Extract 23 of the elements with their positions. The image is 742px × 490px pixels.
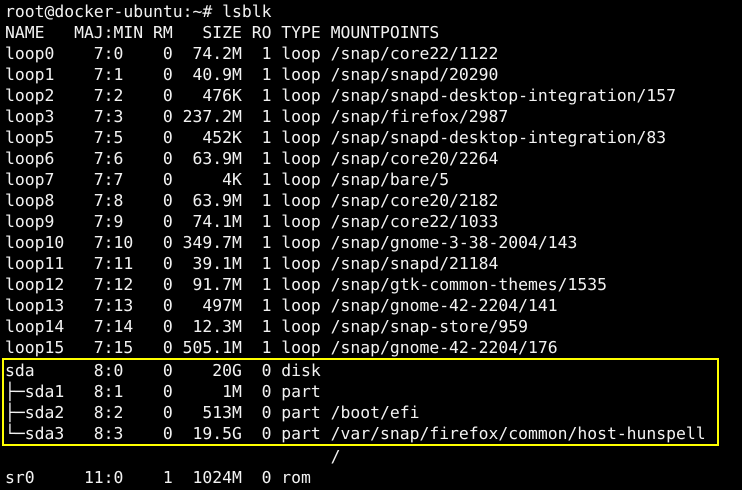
- command-prompt: root@docker-ubuntu:~# lsblk: [5, 1, 272, 22]
- output-line: └─sda3 8:3 0 19.5G 0 part /var/snap/firefox/common/host-hunspell: [5, 423, 706, 444]
- output-line: loop14 7:14 0 12.3M 1 loop /snap/snap-store/959: [5, 316, 528, 337]
- output-line: loop6 7:6 0 63.9M 1 loop /snap/core20/2264: [5, 148, 498, 169]
- output-line: ├─sda1 8:1 0 1M 0 part: [5, 381, 321, 402]
- output-line: loop10 7:10 0 349.7M 1 loop /snap/gnome-3-38-2004/143: [5, 232, 578, 253]
- output-line: loop1 7:1 0 40.9M 1 loop /snap/snapd/20290: [5, 64, 498, 85]
- output-line: loop2 7:2 0 476K 1 loop /snap/snapd-desktop-integration/157: [5, 85, 676, 106]
- output-line: loop7 7:7 0 4K 1 loop /snap/bare/5: [5, 169, 450, 190]
- output-line: loop13 7:13 0 497M 1 loop /snap/gnome-42-2204/141: [5, 295, 558, 316]
- output-line: loop8 7:8 0 63.9M 1 loop /snap/core20/2182: [5, 190, 498, 211]
- output-line: loop15 7:15 0 505.1M 1 loop /snap/gnome-42-2204/176: [5, 337, 558, 358]
- output-line: loop9 7:9 0 74.1M 1 loop /snap/core22/1033: [5, 211, 498, 232]
- output-line: loop0 7:0 0 74.2M 1 loop /snap/core22/1122: [5, 43, 498, 64]
- output-line: loop12 7:12 0 91.7M 1 loop /snap/gtk-common-themes/1535: [5, 274, 607, 295]
- output-line: loop11 7:11 0 39.1M 1 loop /snap/snapd/21184: [5, 253, 498, 274]
- output-line: loop3 7:3 0 237.2M 1 loop /snap/firefox/2987: [5, 106, 508, 127]
- output-line: sr0 11:0 1 1024M 0 rom: [5, 467, 311, 488]
- output-line: sda 8:0 0 20G 0 disk: [5, 360, 321, 381]
- output-line: loop5 7:5 0 452K 1 loop /snap/snapd-desktop-integration/83: [5, 127, 666, 148]
- output-line: /: [330, 446, 341, 467]
- output-line: ├─sda2 8:2 0 513M 0 part /boot/efi: [5, 402, 420, 423]
- output-line: NAME MAJ:MIN RM SIZE RO TYPE MOUNTPOINTS: [5, 22, 440, 43]
